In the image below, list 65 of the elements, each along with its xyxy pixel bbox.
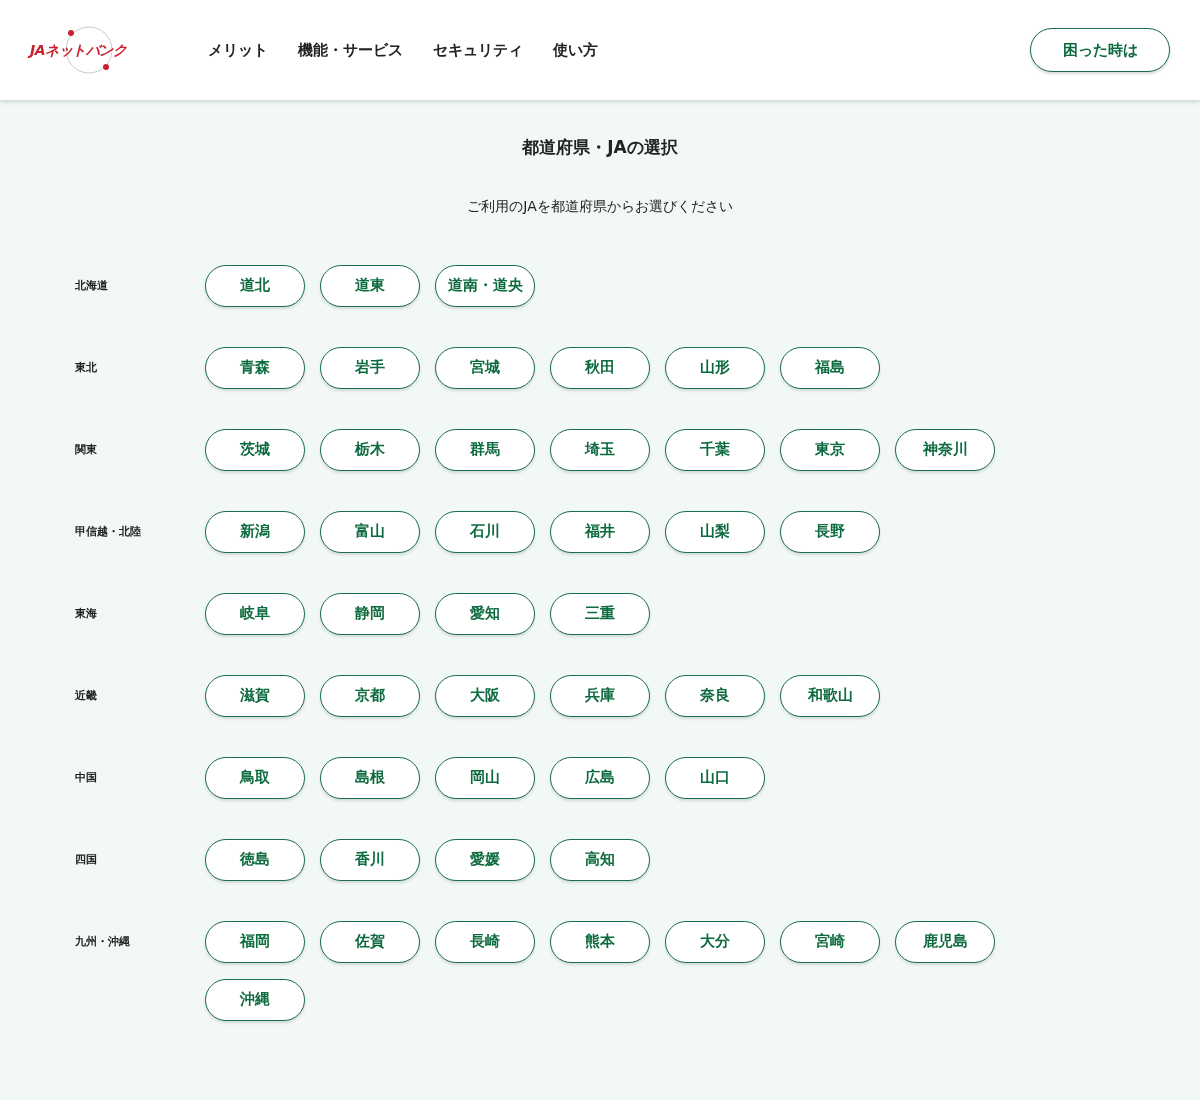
prefecture-button[interactable]: 広島: [550, 756, 650, 799]
prefecture-button[interactable]: 埼玉: [550, 428, 650, 471]
prefecture-button[interactable]: 大阪: [435, 674, 535, 717]
nav-link[interactable]: 使い方: [553, 38, 598, 62]
prefecture-button[interactable]: 千葉: [665, 428, 765, 471]
prefecture-button[interactable]: 山口: [665, 756, 765, 799]
prefecture-button[interactable]: 愛媛: [435, 838, 535, 881]
prefecture-button[interactable]: 福島: [780, 346, 880, 389]
prefecture-button[interactable]: 岐阜: [205, 592, 305, 635]
prefecture-button[interactable]: 秋田: [550, 346, 650, 389]
prefecture-button[interactable]: 道北: [205, 264, 305, 307]
prefecture-button[interactable]: 鹿児島: [895, 920, 995, 963]
region-label: 東北: [75, 359, 98, 376]
prefecture-button[interactable]: 岡山: [435, 756, 535, 799]
prefecture-button[interactable]: 香川: [320, 838, 420, 881]
prefecture-button[interactable]: 島根: [320, 756, 420, 799]
prefecture-button[interactable]: 鳥取: [205, 756, 305, 799]
prefecture-button[interactable]: 青森: [205, 346, 305, 389]
prefecture-button[interactable]: 高知: [550, 838, 650, 881]
prefecture-button[interactable]: 茨城: [205, 428, 305, 471]
prefecture-button[interactable]: 徳島: [205, 838, 305, 881]
prefecture-button[interactable]: 道東: [320, 264, 420, 307]
prefecture-button[interactable]: 宮城: [435, 346, 535, 389]
region-label: 北海道: [75, 277, 109, 294]
help-button[interactable]: 困った時は: [1030, 28, 1170, 72]
region-label: 関東: [75, 441, 98, 458]
region-label: 近畿: [75, 687, 98, 704]
prefecture-button[interactable]: 佐賀: [320, 920, 420, 963]
page-title: 都道府県・JAの選択: [521, 136, 679, 159]
prefecture-button[interactable]: 岩手: [320, 346, 420, 389]
nav-link[interactable]: セキュリティ: [433, 38, 523, 62]
prefecture-button[interactable]: 宮崎: [780, 920, 880, 963]
page-subtitle: ご利用のJAを都道府県からお選びください: [466, 196, 734, 216]
region-label: 東海: [75, 605, 98, 622]
prefecture-button[interactable]: 熊本: [550, 920, 650, 963]
prefecture-button[interactable]: 長崎: [435, 920, 535, 963]
prefecture-button[interactable]: 三重: [550, 592, 650, 635]
prefecture-button[interactable]: 奈良: [665, 674, 765, 717]
prefecture-button[interactable]: 山形: [665, 346, 765, 389]
prefecture-button[interactable]: 道南・道央: [435, 264, 535, 307]
prefecture-button[interactable]: 富山: [320, 510, 420, 553]
prefecture-button[interactable]: 石川: [435, 510, 535, 553]
region-label: 中国: [75, 769, 98, 786]
prefecture-button[interactable]: 東京: [780, 428, 880, 471]
region-label: 四国: [75, 851, 98, 868]
nav-link[interactable]: メリット: [208, 38, 268, 62]
prefecture-button[interactable]: 大分: [665, 920, 765, 963]
region-label: 甲信越・北陸: [75, 523, 142, 540]
prefecture-button[interactable]: 福井: [550, 510, 650, 553]
prefecture-button[interactable]: 山梨: [665, 510, 765, 553]
prefecture-button[interactable]: 新潟: [205, 510, 305, 553]
prefecture-button[interactable]: 福岡: [205, 920, 305, 963]
prefecture-button[interactable]: 愛知: [435, 592, 535, 635]
region-label: 九州・沖縄: [75, 933, 131, 950]
prefecture-button[interactable]: 兵庫: [550, 674, 650, 717]
prefecture-button[interactable]: 滋賀: [205, 674, 305, 717]
prefecture-button[interactable]: 沖縄: [205, 978, 305, 1021]
prefecture-button[interactable]: 神奈川: [895, 428, 995, 471]
prefecture-button[interactable]: 長野: [780, 510, 880, 553]
prefecture-button[interactable]: 京都: [320, 674, 420, 717]
prefecture-button[interactable]: 静岡: [320, 592, 420, 635]
prefecture-button[interactable]: 和歌山: [780, 674, 880, 717]
nav-link[interactable]: 機能・サービス: [298, 38, 403, 62]
prefecture-button[interactable]: 群馬: [435, 428, 535, 471]
prefecture-button[interactable]: 栃木: [320, 428, 420, 471]
